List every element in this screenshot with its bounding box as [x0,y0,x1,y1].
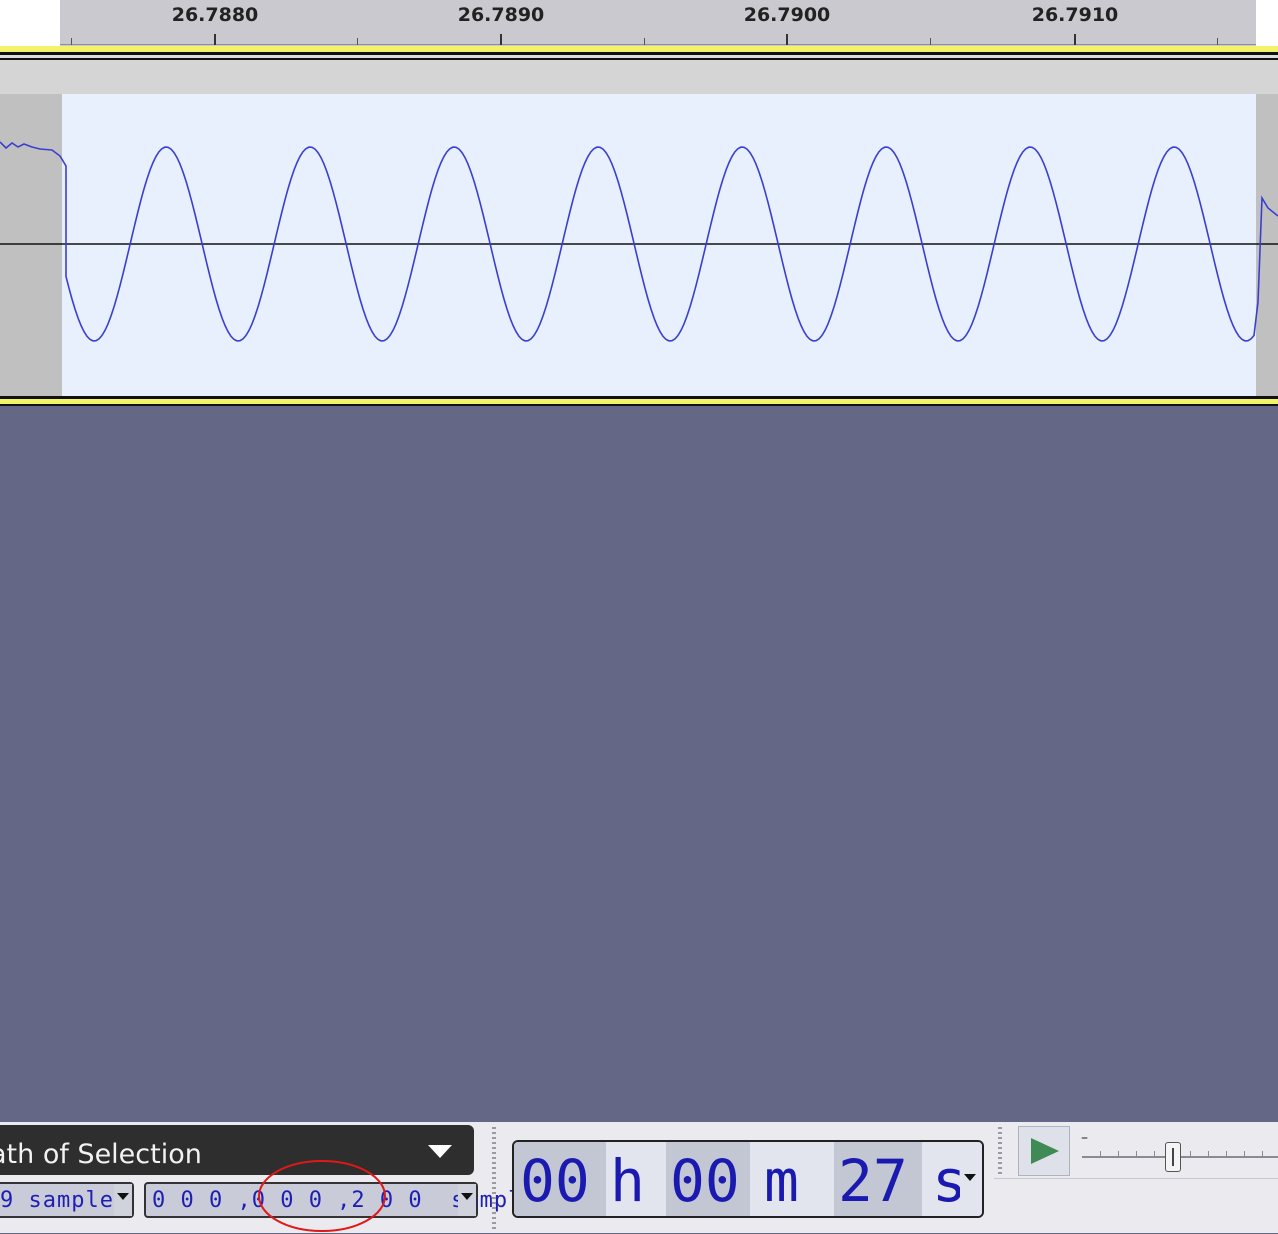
ruler-label: 26.7890 [457,4,545,26]
ruler-label: 26.7900 [743,4,831,26]
slider-tick [1262,1151,1263,1156]
play-at-speed-button[interactable] [1018,1126,1070,1176]
clip-title-bar[interactable] [0,60,1278,94]
time-h-unit: h [610,1147,645,1215]
ruler-minor-tick [71,38,72,45]
time-s-unit: s [932,1147,967,1215]
ruler-minor-tick [930,38,931,45]
time-toolbar-display[interactable]: 00 h 00 m 27 s [512,1140,984,1218]
slider-tick [1154,1151,1155,1156]
ruler-left-gap [0,0,60,46]
chevron-down-icon[interactable] [458,1184,476,1216]
waveform-path [0,141,1278,342]
ruler-minor-tick [644,38,645,45]
slider-tick [1244,1151,1245,1156]
play-icon [1031,1138,1059,1164]
time-hours: 00 [514,1142,606,1216]
selection-start-field[interactable]: 9 samples [0,1182,134,1218]
time-minutes: 00 [666,1142,750,1216]
slider-tick [1226,1151,1227,1156]
ruler-label: 26.7880 [171,4,259,26]
chevron-down-icon[interactable] [428,1145,452,1158]
ruler-label: 26.7910 [1031,4,1119,26]
chevron-down-icon[interactable] [960,1142,982,1216]
ruler-baseline [60,44,1256,45]
toolbar-grip[interactable] [488,1127,502,1231]
toolbar-divider [994,1178,1278,1179]
speed-slider-thumb[interactable] [1165,1142,1181,1172]
slider-tick [1100,1151,1101,1156]
ruler-right-gap [1256,0,1278,46]
ruler-major-tick [500,34,502,45]
slider-tick [1190,1151,1191,1156]
ruler-major-tick [786,34,788,45]
slider-tick [1136,1151,1137,1156]
slider-tick [1118,1151,1119,1156]
ruler-minor-tick [357,38,358,45]
speed-slider-min-label: – [1081,1130,1088,1146]
slider-tick [1208,1151,1209,1156]
waveform[interactable] [0,94,1278,396]
timeline-ruler[interactable]: 26.7880 26.7890 26.7900 26.7910 [0,0,1278,46]
selection-mode-label: ath of Selection [0,1139,202,1170]
time-m-unit: m [764,1147,799,1215]
ruler-major-tick [214,34,216,45]
ruler-minor-tick [1217,38,1218,45]
annotation-ellipse [258,1160,386,1232]
time-seconds: 27 [834,1142,922,1216]
track-border-line [0,404,1278,406]
toolbar-grip[interactable] [994,1127,1008,1177]
selection-start-value: 9 samples [0,1188,129,1213]
ruler-major-tick [1074,34,1076,45]
chevron-down-icon[interactable] [114,1184,132,1216]
selection-mode-dropdown[interactable]: ath of Selection [0,1125,474,1175]
